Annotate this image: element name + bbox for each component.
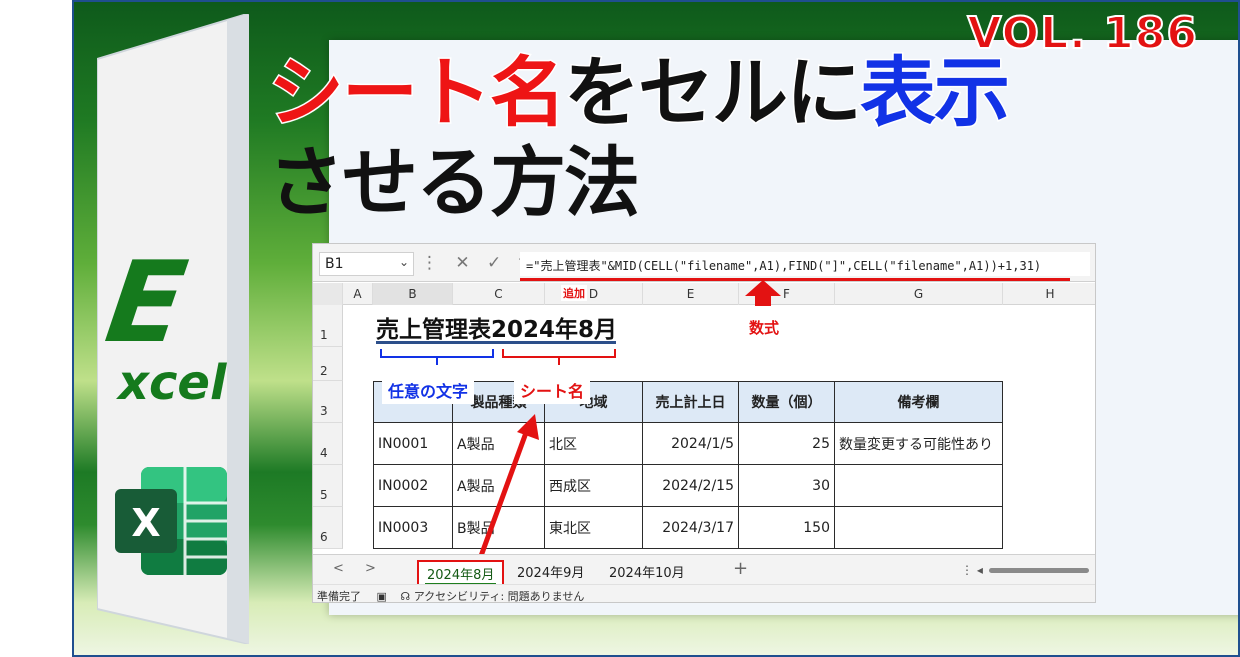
logo-letters-xcel: xcel <box>118 355 227 411</box>
up-arrow-icon <box>745 280 781 306</box>
status-bar: 準備完了 ▣ ☊ アクセシビリティ: 問題ありません <box>313 584 1095 603</box>
add-sheet-button[interactable]: + <box>733 558 748 579</box>
diagonal-arrow-shaft <box>479 429 530 554</box>
blue-brace-shape <box>380 349 494 365</box>
accessibility-icon[interactable]: ☊ <box>400 590 410 602</box>
annotation-added: 追加 <box>561 285 587 301</box>
horizontal-scrollbar[interactable]: ⋮ ◂ <box>961 563 1089 577</box>
scrollbar-thumb[interactable] <box>988 568 1089 573</box>
title-segment-display: 表示 <box>859 48 1012 137</box>
diagonal-arrow-head-icon <box>517 414 539 440</box>
sheet-tab-bar: < > 2024年8月 2024年9月 2024年10月 + ⋮ ◂ <box>313 554 1095 587</box>
excel-icon-letter: X <box>131 501 160 545</box>
title-line-1: シート名をセルに表示 <box>267 53 1012 132</box>
status-ready: 準備完了 <box>317 590 361 603</box>
excel-window: B1 ⌄ ⋮ ✕ ✓ fx ="売上管理表"&MID(CELL("filenam… <box>312 243 1096 603</box>
excel-app-icon: X <box>111 461 231 581</box>
red-brace-shape <box>502 349 616 365</box>
annotation-arbitrary-text: 任意の文字 <box>382 376 475 404</box>
title-segment-sheet-name: シート名 <box>267 48 568 137</box>
annotation-formula: 数式 <box>749 319 780 337</box>
tab-prev-arrow-icon[interactable]: < <box>333 561 344 576</box>
macro-icon[interactable]: ▣ <box>377 590 387 602</box>
title-segment-wo-cell-ni: をセルに <box>563 48 864 137</box>
status-accessibility[interactable]: アクセシビリティ: 問題ありません <box>414 590 585 602</box>
scroll-handle-icon: ⋮ ◂ <box>961 563 983 577</box>
sheet-tab[interactable]: 2024年9月 <box>509 560 592 583</box>
sheet-tab[interactable]: 2024年10月 <box>601 560 693 583</box>
tab-next-arrow-icon[interactable]: > <box>365 561 376 576</box>
annotation-sheet-name: シート名 <box>514 376 591 404</box>
title-line-2: させる方法 <box>268 138 640 227</box>
sheet-tab-active[interactable]: 2024年8月 <box>417 560 505 587</box>
